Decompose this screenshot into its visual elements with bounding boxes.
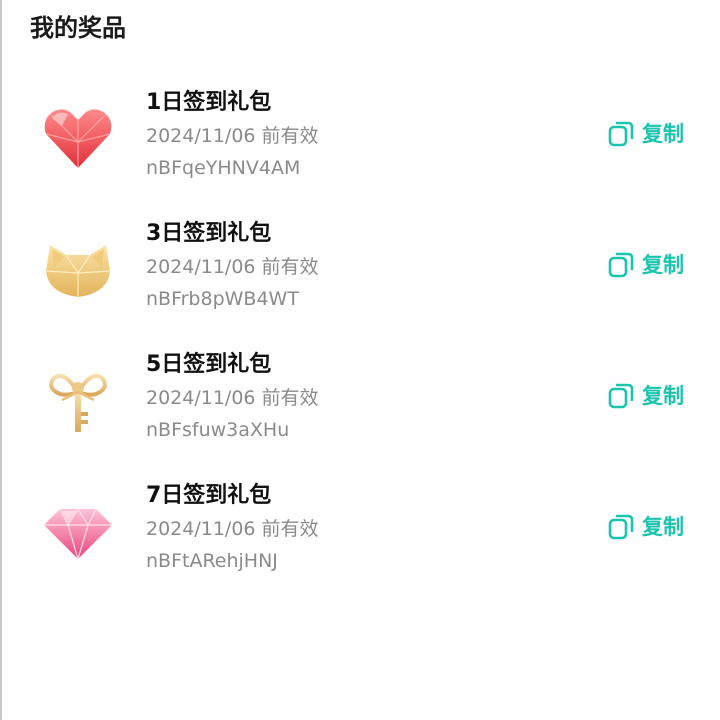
prize-expiry: 2024/11/06 前有效 — [146, 518, 319, 540]
prize-name: 1日签到礼包 — [146, 90, 272, 115]
copy-button[interactable]: 复制 — [606, 249, 684, 281]
prize-name: 5日签到礼包 — [146, 352, 272, 377]
prize-list: 1日签到礼包 2024/11/06 前有效 nBFqeYHNV4AM 复制 3日… — [0, 80, 720, 604]
copy-button[interactable]: 复制 — [606, 511, 684, 543]
prize-name: 3日签到礼包 — [146, 221, 272, 246]
prize-expiry: 2024/11/06 前有效 — [146, 256, 319, 278]
copy-icon — [606, 381, 636, 411]
gold-key-icon — [38, 358, 118, 438]
copy-icon — [606, 119, 636, 149]
copy-label: 复制 — [642, 384, 684, 408]
prize-code: nBFrb8pWB4WT — [146, 288, 299, 310]
prize-name: 7日签到礼包 — [146, 483, 272, 508]
list-item: 1日签到礼包 2024/11/06 前有效 nBFqeYHNV4AM 复制 — [0, 80, 720, 211]
list-item: 3日签到礼包 2024/11/06 前有效 nBFrb8pWB4WT 复制 — [0, 211, 720, 342]
red-heart-icon — [38, 96, 118, 176]
copy-label: 复制 — [642, 122, 684, 146]
prize-code: nBFtARehjHNJ — [146, 550, 278, 572]
prize-expiry: 2024/11/06 前有效 — [146, 387, 319, 409]
prize-code: nBFsfuw3aXHu — [146, 419, 290, 441]
copy-icon — [606, 250, 636, 280]
copy-label: 复制 — [642, 515, 684, 539]
copy-button[interactable]: 复制 — [606, 118, 684, 150]
copy-label: 复制 — [642, 253, 684, 277]
list-item: 5日签到礼包 2024/11/06 前有效 nBFsfuw3aXHu 复制 — [0, 342, 720, 473]
copy-button[interactable]: 复制 — [606, 380, 684, 412]
prize-code: nBFqeYHNV4AM — [146, 157, 301, 179]
pink-diamond-icon — [38, 489, 118, 569]
gold-cat-icon — [38, 227, 118, 307]
prize-expiry: 2024/11/06 前有效 — [146, 125, 319, 147]
copy-icon — [606, 512, 636, 542]
page-title: 我的奖品 — [30, 14, 126, 42]
list-item: 7日签到礼包 2024/11/06 前有效 nBFtARehjHNJ 复制 — [0, 473, 720, 604]
